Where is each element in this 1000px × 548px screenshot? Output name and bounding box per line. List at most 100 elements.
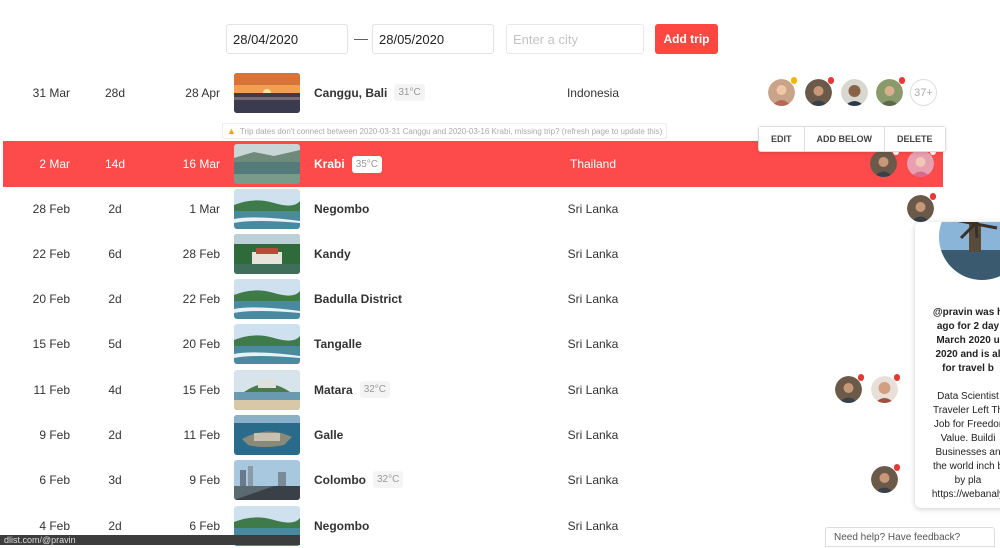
trip-duration: 3d xyxy=(108,472,122,487)
trip-row[interactable]: 22 Feb 6d 28 Feb Kandy Sri Lanka xyxy=(0,231,945,276)
trip-start-date: 28 Feb xyxy=(32,201,70,216)
member-avatar[interactable] xyxy=(876,77,905,106)
trip-city[interactable]: Badulla District xyxy=(314,276,402,321)
trip-city[interactable]: Canggu, Bali 31°C xyxy=(314,70,425,115)
trip-duration: 6d xyxy=(108,246,122,261)
profile-title-line: March 2020 u xyxy=(936,335,1000,346)
trip-gap-warning: ▲ Trip dates don't connect between 2020-… xyxy=(222,123,668,139)
trip-country: Sri Lanka xyxy=(567,291,619,306)
trip-city[interactable]: Matara 32°C xyxy=(314,367,391,412)
profile-bio-line: Businesses an xyxy=(935,447,1000,458)
add-below-button[interactable]: ADD BELOW xyxy=(804,127,886,151)
trip-duration: 4d xyxy=(108,382,122,397)
city-name: Negombo xyxy=(314,518,370,533)
trip-duration: 2d xyxy=(108,291,122,306)
trip-end-date: 15 Feb xyxy=(182,382,220,397)
trip-country: Sri Lanka xyxy=(567,201,619,216)
trip-city[interactable]: Colombo 32°C xyxy=(314,457,404,502)
trip-row[interactable]: 9 Feb 2d 11 Feb Galle Sri Lanka xyxy=(0,412,945,457)
trip-start-date: 11 Feb xyxy=(33,382,70,397)
trip-start-date: 6 Feb xyxy=(39,472,70,487)
trip-row[interactable]: 20 Feb 2d 22 Feb Badulla District Sri La… xyxy=(0,276,945,321)
edit-button[interactable]: EDIT xyxy=(759,127,805,151)
trip-duration: 28d xyxy=(104,85,126,100)
city-name: Kandy xyxy=(314,246,351,261)
member-avatar[interactable] xyxy=(870,148,899,177)
city-photo[interactable] xyxy=(234,189,300,229)
profile-bio-line: Traveler Left Th xyxy=(932,405,1000,416)
profile-bio-line: by pla xyxy=(954,475,982,486)
help-feedback-button[interactable]: Need help? Have feedback? xyxy=(825,527,995,547)
trip-row[interactable]: 31 Mar 28d 28 Apr Canggu, Bali 31°C Indon… xyxy=(0,70,945,115)
temperature-badge: 31°C xyxy=(394,84,425,101)
warning-text: Trip dates don't connect between 2020-03… xyxy=(239,126,663,136)
trip-city[interactable]: Negombo xyxy=(314,186,369,231)
city-name: Galle xyxy=(314,427,344,442)
trip-country: Indonesia xyxy=(566,85,620,100)
trip-row[interactable]: 6 Feb 3d 9 Feb Colombo 32°C Sri Lanka xyxy=(0,457,945,502)
member-avatar[interactable] xyxy=(907,193,936,222)
city-photo[interactable] xyxy=(234,460,300,500)
trip-city[interactable]: Tangalle xyxy=(314,321,362,366)
member-avatar[interactable] xyxy=(835,374,864,403)
member-avatar[interactable] xyxy=(907,148,936,177)
profile-bio-line: Data Scientist xyxy=(937,391,999,402)
member-avatar[interactable] xyxy=(871,464,900,493)
profile-title-line: 2020 and is al xyxy=(935,349,1000,360)
city-name: Tangalle xyxy=(314,336,362,351)
end-date-input[interactable]: 28/05/2020 xyxy=(372,24,494,54)
trip-end-date: 11 Feb xyxy=(183,427,220,442)
city-photo[interactable] xyxy=(234,144,300,184)
warning-icon: ▲ xyxy=(227,126,236,136)
trip-country: Sri Lanka xyxy=(567,427,619,442)
profile-bio-line[interactable]: https://webanaly xyxy=(915,488,1000,502)
trip-row[interactable]: 28 Feb 2d 1 Mar Negombo Sri Lanka xyxy=(0,186,945,231)
city-name: Colombo xyxy=(314,472,366,487)
profile-title-line: ago for 2 day xyxy=(936,321,1000,332)
city-name: Canggu, Bali xyxy=(314,85,388,100)
trip-end-date: 9 Feb xyxy=(189,472,220,487)
city-photo[interactable] xyxy=(234,234,300,274)
trip-duration: 5d xyxy=(108,336,122,351)
trip-city[interactable]: Negombo xyxy=(314,503,369,548)
temperature-badge: 35°C xyxy=(351,155,383,173)
city-name: Matara xyxy=(314,382,353,397)
member-avatar[interactable] xyxy=(768,77,797,106)
trip-start-date: 15 Feb xyxy=(32,336,70,351)
member-avatar[interactable] xyxy=(871,374,900,403)
city-photo[interactable] xyxy=(234,279,300,319)
delete-button[interactable]: DELETE xyxy=(885,127,945,151)
trip-row[interactable]: 11 Feb 4d 15 Feb Matara 32°C Sri Lanka xyxy=(0,367,945,412)
city-photo[interactable] xyxy=(234,324,300,364)
browser-status-url: dlist.com/@pravin xyxy=(0,535,300,545)
trip-country: Sri Lanka xyxy=(567,382,619,397)
member-avatar[interactable] xyxy=(841,79,868,106)
trip-end-date: 22 Feb xyxy=(182,291,220,306)
profile-title-line: @pravin was h xyxy=(932,307,1000,318)
start-date-input[interactable]: 28/04/2020 xyxy=(226,24,348,54)
city-photo[interactable] xyxy=(234,370,300,410)
city-photo[interactable] xyxy=(234,415,300,455)
more-members-button[interactable]: 37+ xyxy=(910,79,937,106)
add-trip-button[interactable]: Add trip xyxy=(655,24,718,54)
temperature-badge: 32°C xyxy=(373,471,404,488)
city-photo[interactable] xyxy=(234,73,300,113)
trip-start-date: 31 Mar xyxy=(32,85,70,100)
trip-end-date: 1 Mar xyxy=(189,201,220,216)
city-name: Krabi xyxy=(314,157,345,171)
trip-city[interactable]: Galle xyxy=(314,412,343,457)
profile-title-line: for travel b xyxy=(942,363,994,374)
trip-city[interactable]: Kandy xyxy=(314,231,351,276)
city-input[interactable] xyxy=(506,24,644,54)
member-avatar[interactable] xyxy=(805,77,834,106)
trip-row[interactable]: 15 Feb 5d 20 Feb Tangalle Sri Lanka xyxy=(0,321,945,366)
trip-duration: 14d xyxy=(104,157,126,171)
trip-country: Sri Lanka xyxy=(567,246,619,261)
trip-start-date: 22 Feb xyxy=(32,246,70,261)
profile-bio-line: Value. Buildi xyxy=(940,433,996,444)
trip-city[interactable]: Krabi 35°C xyxy=(314,141,383,187)
trip-start-date: 2 Mar xyxy=(39,157,70,171)
trip-country: Sri Lanka xyxy=(567,472,619,487)
trip-end-date: 28 Feb xyxy=(182,246,220,261)
date-separator: — xyxy=(354,30,368,46)
